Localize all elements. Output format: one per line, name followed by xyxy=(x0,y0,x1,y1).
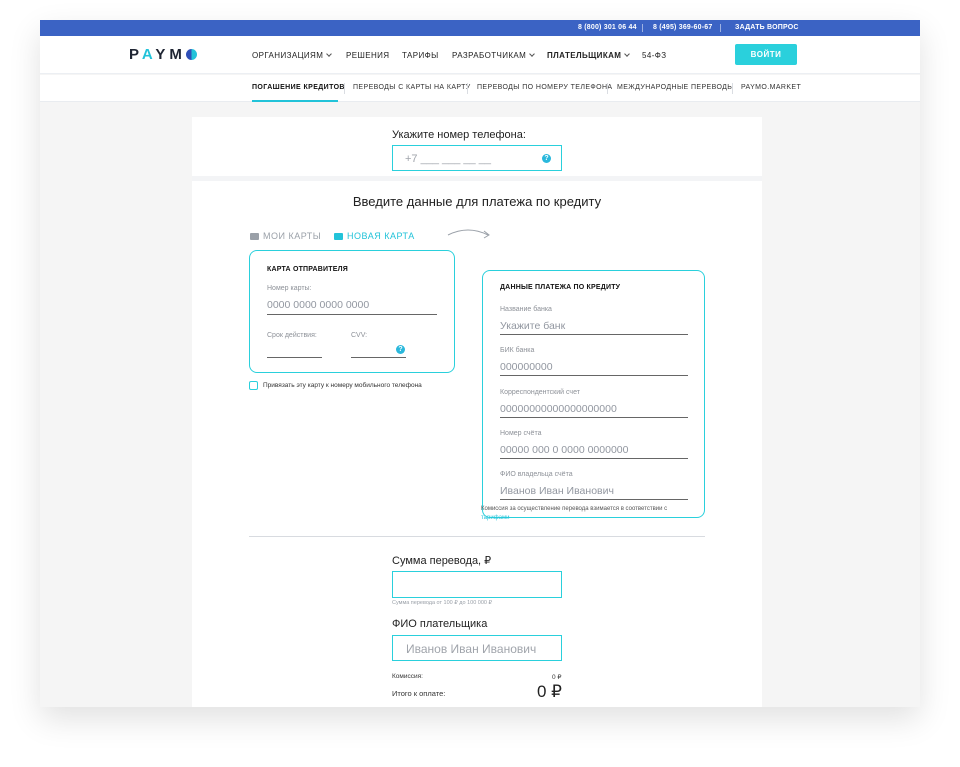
phone-section: Укажите номер телефона: +7 ___ ___ __ __… xyxy=(192,117,762,181)
sender-card-panel: КАРТА ОТПРАВИТЕЛЯ Номер карты: 0000 0000… xyxy=(249,250,455,373)
bind-card-label: Привязать эту карту к номеру мобильного … xyxy=(263,382,422,389)
sender-card-title: КАРТА ОТПРАВИТЕЛЯ xyxy=(267,266,348,273)
bik-label: БИК банка xyxy=(500,347,535,354)
divider xyxy=(344,83,345,94)
wallet-icon xyxy=(250,233,259,240)
arrow-icon xyxy=(447,229,490,239)
field-underline xyxy=(500,375,688,376)
logo-globe-icon xyxy=(185,49,197,60)
cvv-input[interactable] xyxy=(351,357,406,358)
form-title: Введите данные для платежа по кредиту xyxy=(352,194,602,209)
amount-input[interactable] xyxy=(392,571,562,598)
account-number-label: Номер счёта xyxy=(500,430,542,437)
owner-name-label: ФИО владельца счёта xyxy=(500,471,573,478)
chevron-down-icon xyxy=(529,51,536,57)
divider xyxy=(732,83,733,94)
active-tab-indicator xyxy=(252,100,338,102)
nav-organizations[interactable]: ОРГАНИЗАЦИЯМ xyxy=(252,51,333,60)
subnav-card-to-card[interactable]: ПЕРЕВОДЫ С КАРТЫ НА КАРТУ xyxy=(353,84,471,91)
phone-link-2[interactable]: 8 (495) 369-60-67 xyxy=(653,24,712,31)
tab-new-card[interactable]: НОВАЯ КАРТА xyxy=(334,231,415,241)
sub-navigation: ПОГАШЕНИЕ КРЕДИТОВ ПЕРЕВОДЫ С КАРТЫ НА К… xyxy=(40,75,920,102)
divider xyxy=(642,24,643,32)
bank-name-input[interactable]: Укажите банк xyxy=(500,320,565,332)
bind-card-checkbox[interactable] xyxy=(249,381,258,390)
chevron-down-icon xyxy=(624,51,631,57)
field-underline xyxy=(500,417,688,418)
field-underline xyxy=(500,334,688,335)
commission-note: Комиссия за осуществление перевода взима… xyxy=(481,505,701,523)
ask-question-link[interactable]: ЗАДАТЬ ВОПРОС xyxy=(735,24,799,31)
cvv-help-icon[interactable]: ? xyxy=(396,345,405,354)
nav-tariffs[interactable]: ТАРИФЫ xyxy=(402,51,439,60)
credit-data-panel: ДАННЫЕ ПЛАТЕЖА ПО КРЕДИТУ Название банка… xyxy=(482,270,705,518)
section-divider xyxy=(249,536,705,537)
corr-account-label: Корреспондентский счет xyxy=(500,389,580,396)
nav-payers[interactable]: ПЛАТЕЛЬЩИКАМ xyxy=(547,51,631,60)
nav-solutions[interactable]: РЕШЕНИЯ xyxy=(346,51,389,60)
payer-placeholder: Иванов Иван Иванович xyxy=(406,642,537,656)
phone-placeholder: +7 ___ ___ __ __ xyxy=(405,153,491,165)
phone-input[interactable]: +7 ___ ___ __ __ ? xyxy=(392,145,562,171)
total-label: Итого к оплате: xyxy=(392,689,446,698)
expiry-input[interactable] xyxy=(267,357,322,358)
account-number-input[interactable]: 00000 000 0 0000 0000000 xyxy=(500,444,628,456)
card-add-icon xyxy=(334,233,343,240)
subnav-paymo-market[interactable]: PAYMO.MARKET xyxy=(741,84,801,91)
subnav-phone-transfers[interactable]: ПЕРЕВОДЫ ПО НОМЕРУ ТЕЛЕФОНА xyxy=(477,84,612,91)
payer-label: ФИО плательщика xyxy=(392,618,488,630)
divider xyxy=(607,83,608,94)
payer-input[interactable]: Иванов Иван Иванович xyxy=(392,635,562,661)
bik-input[interactable]: 000000000 xyxy=(500,361,553,373)
main-header: PAYM ОРГАНИЗАЦИЯМ РЕШЕНИЯ ТАРИФЫ РАЗРАБО… xyxy=(40,36,920,74)
commission-note-text: Комиссия за осуществление перевода взима… xyxy=(481,506,668,512)
subnav-international[interactable]: МЕЖДУНАРОДНЫЕ ПЕРЕВОДЫ xyxy=(617,84,734,91)
top-contact-bar: 8 (800) 301 06 44 8 (495) 369-60-67 ЗАДА… xyxy=(40,20,920,36)
card-number-label: Номер карты: xyxy=(267,285,312,292)
total-value: 0 ₽ xyxy=(537,682,562,701)
amount-hint: Сумма перевода от 100 ₽ до 100 000 ₽ xyxy=(392,600,492,606)
tab-my-cards[interactable]: МОИ КАРТЫ xyxy=(250,231,321,241)
divider xyxy=(720,24,721,32)
amount-label: Сумма перевода, ₽ xyxy=(392,555,492,567)
login-button[interactable]: ВОЙТИ xyxy=(735,44,797,65)
nav-54fz[interactable]: 54-ФЗ xyxy=(642,51,666,60)
subnav-credit-repayment[interactable]: ПОГАШЕНИЕ КРЕДИТОВ xyxy=(252,84,345,91)
owner-name-input[interactable]: Иванов Иван Иванович xyxy=(500,485,614,497)
tariffs-link[interactable]: тарифами xyxy=(481,515,509,521)
payment-form-card: Укажите номер телефона: +7 ___ ___ __ __… xyxy=(192,117,762,707)
commission-value: 0 ₽ xyxy=(552,674,562,681)
credit-data-title: ДАННЫЕ ПЛАТЕЖА ПО КРЕДИТУ xyxy=(500,284,621,291)
help-icon[interactable]: ? xyxy=(542,154,551,163)
nav-developers[interactable]: РАЗРАБОТЧИКАМ xyxy=(452,51,536,60)
paymo-logo[interactable]: PAYM xyxy=(129,46,197,63)
expiry-label: Срок действия: xyxy=(267,332,317,339)
card-number-underline xyxy=(267,314,437,315)
field-underline xyxy=(500,458,688,459)
card-number-input[interactable]: 0000 0000 0000 0000 xyxy=(267,299,369,311)
browser-frame: 8 (800) 301 06 44 8 (495) 369-60-67 ЗАДА… xyxy=(40,20,920,707)
divider xyxy=(467,83,468,94)
chevron-down-icon xyxy=(326,51,333,57)
commission-label: Комиссия: xyxy=(392,673,423,680)
corr-account-input[interactable]: 00000000000000000000 xyxy=(500,403,617,415)
phone-link-1[interactable]: 8 (800) 301 06 44 xyxy=(578,24,637,31)
cvv-label: CVV: xyxy=(351,332,368,339)
bank-name-label: Название банка xyxy=(500,306,552,313)
field-underline xyxy=(500,499,688,500)
phone-label: Укажите номер телефона: xyxy=(392,129,526,141)
